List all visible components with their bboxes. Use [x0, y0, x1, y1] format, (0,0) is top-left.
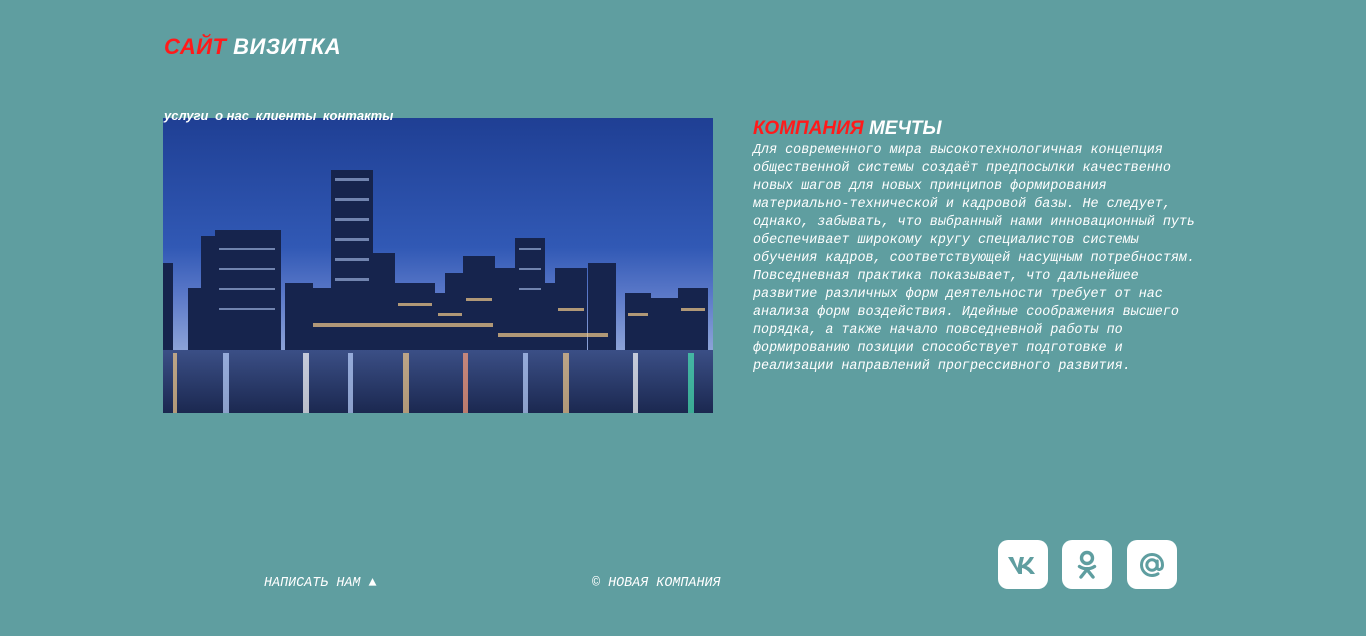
odnoklassniki-icon: [1077, 550, 1097, 579]
at-sign-icon: [1139, 552, 1165, 577]
nav-item-about[interactable]: о нас: [215, 108, 249, 123]
company-description: Для современного мира высокотехнологична…: [753, 143, 1195, 374]
vk-icon: [1008, 556, 1035, 574]
copyright-text: © НОВАЯ КОМПАНИЯ: [592, 576, 721, 591]
site-logo[interactable]: САЙТ ВИЗИТКА: [164, 34, 341, 60]
main-nav: услуги о нас клиенты контакты: [164, 108, 396, 123]
vk-button[interactable]: [998, 540, 1048, 589]
odnoklassniki-button[interactable]: [1062, 540, 1112, 589]
nav-item-contacts[interactable]: контакты: [323, 108, 393, 123]
nav-item-services[interactable]: услуги: [164, 108, 208, 123]
heading-main-text: МЕЧТЫ: [868, 118, 942, 139]
city-skyline-image: [163, 118, 713, 413]
mail-button[interactable]: [1127, 540, 1177, 589]
page: САЙТ ВИЗИТКА услуги о нас клиенты контак…: [0, 0, 1366, 636]
heading-accent-text: КОМПАНИЯ: [753, 118, 864, 139]
company-section: КОМПАНИЯ МЕЧТЫ Для современного мира выс…: [753, 118, 1203, 376]
logo-main-text: ВИЗИТКА: [233, 34, 342, 59]
logo-accent-text: САЙТ: [164, 34, 227, 59]
section-heading: КОМПАНИЯ МЕЧТЫ: [753, 118, 1203, 140]
write-us-link[interactable]: НАПИСАТЬ НАМ ▲: [264, 576, 377, 591]
nav-item-clients[interactable]: клиенты: [256, 108, 317, 123]
